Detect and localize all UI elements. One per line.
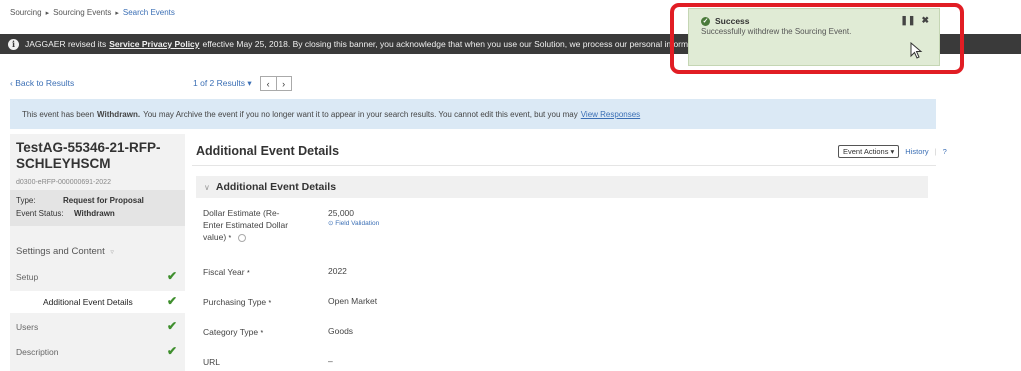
sidebar-item-label: Description bbox=[16, 347, 59, 357]
event-actions-button[interactable]: Event Actions ▾ bbox=[838, 145, 900, 158]
help-icon[interactable]: ? bbox=[943, 147, 947, 156]
sidebar-item-label: Users bbox=[16, 322, 39, 332]
checkmark-icon: ✔ bbox=[166, 344, 177, 358]
page-title: Additional Event Details bbox=[196, 144, 340, 158]
required-asterisk: * bbox=[260, 330, 264, 337]
event-id: d0300-eRFP-000000691-2022 bbox=[16, 179, 111, 186]
checkmark-icon: ✔ bbox=[166, 319, 177, 333]
category-type-value: Goods bbox=[328, 326, 354, 336]
label-text: Category Type bbox=[203, 327, 259, 337]
settings-and-content-heading[interactable]: Settings and Content ▿ bbox=[16, 246, 114, 257]
event-status-label: Event Status: bbox=[16, 209, 64, 218]
required-asterisk: * bbox=[246, 270, 250, 277]
breadcrumb-sourcing[interactable]: Sourcing bbox=[10, 8, 42, 17]
url-label: URL bbox=[203, 356, 220, 368]
alert-status: Withdrawn. bbox=[97, 109, 141, 119]
alert-text: You may Archive the event if you no long… bbox=[143, 109, 578, 119]
label-text: Fiscal Year bbox=[203, 267, 245, 277]
breadcrumb-separator-icon: ▸ bbox=[115, 10, 119, 17]
label-line: value) bbox=[203, 232, 227, 242]
sidebar-item-users[interactable]: Users ✔ bbox=[10, 316, 185, 338]
toast-title: ✓ Success bbox=[701, 16, 750, 26]
alert-prefix: This event has been bbox=[22, 109, 95, 119]
event-type-row: Type: Request for Proposal bbox=[16, 196, 144, 205]
pager-buttons: ‹ › bbox=[259, 76, 292, 91]
back-to-results-link[interactable]: ‹ Back to Results bbox=[10, 78, 74, 88]
breadcrumb-separator-icon: ▸ bbox=[45, 10, 50, 17]
panel-divider bbox=[192, 165, 936, 166]
label-line: Dollar Estimate (Re- bbox=[203, 208, 280, 218]
breadcrumb-sourcing-events[interactable]: Sourcing Events bbox=[53, 8, 111, 17]
dollar-estimate-value: 25,000 bbox=[328, 208, 354, 218]
checkmark-icon: ✔ bbox=[166, 269, 177, 283]
fiscal-year-value: 2022 bbox=[328, 266, 347, 276]
next-result-button[interactable]: › bbox=[275, 77, 291, 90]
banner-prefix: JAGGAER revised its bbox=[25, 39, 107, 49]
breadcrumb: Sourcing ▸ Sourcing Events ▸ Search Events bbox=[10, 8, 175, 17]
toast-title-text: Success bbox=[715, 16, 750, 26]
label-line: Enter Estimated Dollar bbox=[203, 220, 289, 230]
sidebar-item-label: Setup bbox=[16, 272, 39, 282]
prev-result-button[interactable]: ‹ bbox=[261, 77, 276, 90]
event-title-line1: TestAG-55346-21-RFP- bbox=[16, 140, 161, 155]
section-title: Additional Event Details bbox=[215, 181, 337, 193]
category-type-label: Category Type * bbox=[203, 326, 263, 340]
settings-heading-label: Settings and Content bbox=[16, 246, 105, 257]
event-title: TestAG-55346-21-RFP- SCHLEYHSCM bbox=[16, 140, 161, 172]
event-meta: Type: Request for Proposal Event Status:… bbox=[10, 190, 185, 226]
label-text: URL bbox=[203, 357, 221, 367]
breadcrumb-search-events[interactable]: Search Events bbox=[123, 8, 175, 17]
sidebar-item-setup[interactable]: Setup ✔ bbox=[10, 266, 185, 288]
event-type-label: Type: bbox=[16, 196, 36, 205]
privacy-policy-link[interactable]: Service Privacy Policy bbox=[109, 39, 199, 49]
sidebar-item-label: Additional Event Details bbox=[43, 297, 133, 307]
divider: | bbox=[934, 147, 937, 156]
pause-icon[interactable]: ❚❚ bbox=[900, 15, 915, 26]
cursor-icon bbox=[910, 42, 923, 59]
section-header[interactable]: ∨ Additional Event Details bbox=[196, 176, 928, 198]
url-value: – bbox=[328, 356, 333, 366]
withdrawn-alert: This event has been Withdrawn. You may A… bbox=[10, 99, 936, 129]
panel-actions: Event Actions ▾ History | ? bbox=[838, 145, 947, 158]
fiscal-year-label: Fiscal Year * bbox=[203, 266, 250, 280]
success-toast: ✓ Success Successfully withdrew the Sour… bbox=[688, 8, 940, 66]
required-asterisk: * bbox=[268, 300, 272, 307]
checkmark-icon: ✔ bbox=[166, 294, 177, 308]
sidebar-item-additional-event-details[interactable]: Additional Event Details ✔ bbox=[10, 291, 185, 313]
dollar-estimate-label: Dollar Estimate (Re- Enter Estimated Dol… bbox=[203, 207, 288, 245]
purchasing-type-label: Purchasing Type * bbox=[203, 296, 271, 310]
required-asterisk: * bbox=[228, 235, 232, 242]
field-validation-link[interactable]: ⊙ Field Validation bbox=[328, 219, 379, 227]
event-status-value: Withdrawn bbox=[74, 209, 115, 218]
toast-message: Successfully withdrew the Sourcing Event… bbox=[701, 27, 852, 36]
history-link[interactable]: History bbox=[905, 147, 928, 156]
help-circle-icon[interactable] bbox=[237, 233, 246, 242]
event-title-line2: SCHLEYHSCM bbox=[16, 156, 111, 171]
toast-actions: ❚❚ ✖ bbox=[900, 15, 929, 26]
purchasing-type-value: Open Market bbox=[328, 296, 378, 306]
event-type-value: Request for Proposal bbox=[63, 196, 144, 205]
results-count-dropdown[interactable]: 1 of 2 Results ▾ bbox=[193, 78, 252, 89]
label-text: Purchasing Type bbox=[203, 297, 267, 307]
event-status-row: Event Status: Withdrawn bbox=[16, 209, 115, 218]
view-responses-link[interactable]: View Responses bbox=[581, 110, 640, 119]
check-circle-icon: ✓ bbox=[701, 16, 710, 26]
chevron-down-icon: ▿ bbox=[110, 249, 114, 256]
close-icon[interactable]: ✖ bbox=[921, 15, 929, 26]
event-sidebar: TestAG-55346-21-RFP- SCHLEYHSCM d0300-eR… bbox=[10, 134, 185, 371]
info-icon: i bbox=[8, 38, 19, 50]
chevron-down-icon: ∨ bbox=[204, 182, 210, 192]
sidebar-item-description[interactable]: Description ✔ bbox=[10, 341, 185, 363]
results-pager: 1 of 2 Results ▾ ‹ › bbox=[193, 76, 292, 91]
